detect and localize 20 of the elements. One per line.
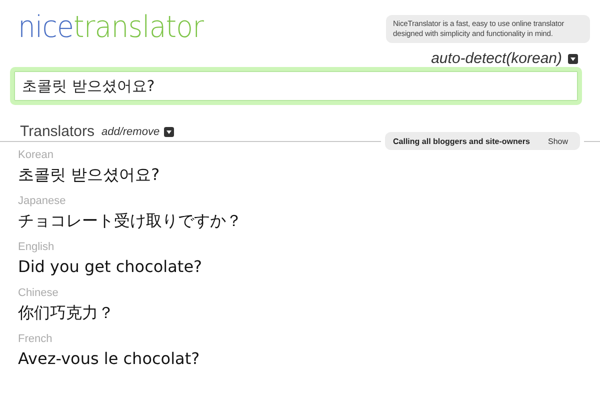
show-link[interactable]: Show bbox=[548, 136, 568, 146]
language-label: French bbox=[18, 332, 54, 347]
dropdown-icon bbox=[164, 127, 174, 137]
dropdown-icon bbox=[568, 54, 578, 64]
translators-heading: Translators bbox=[20, 123, 94, 140]
translation-text: Avez-vous le chocolat? bbox=[18, 348, 201, 370]
language-label: Japanese bbox=[18, 194, 67, 209]
add-remove-link[interactable]: add/remove bbox=[101, 126, 160, 138]
translation-text: Did you get chocolate? bbox=[18, 256, 204, 278]
translation-text: 초콜릿 받으셨어요? bbox=[18, 164, 161, 186]
translation-text: チョコレート受け取りですか？ bbox=[18, 210, 243, 232]
source-language[interactable]: auto-detect(korean) bbox=[431, 50, 562, 67]
translation-text: 你们巧克力？ bbox=[18, 302, 115, 324]
text-input[interactable]: 초콜릿 받으셨어요? bbox=[20, 76, 572, 96]
language-label: Korean bbox=[18, 148, 54, 163]
input-field[interactable]: 초콜릿 받으셨어요? bbox=[10, 67, 582, 105]
banner-text: Calling all bloggers and site-owners bbox=[393, 136, 530, 146]
language-label: English bbox=[18, 240, 56, 255]
language-label: Chinese bbox=[18, 286, 60, 301]
logo: nicetranslator bbox=[18, 9, 204, 47]
